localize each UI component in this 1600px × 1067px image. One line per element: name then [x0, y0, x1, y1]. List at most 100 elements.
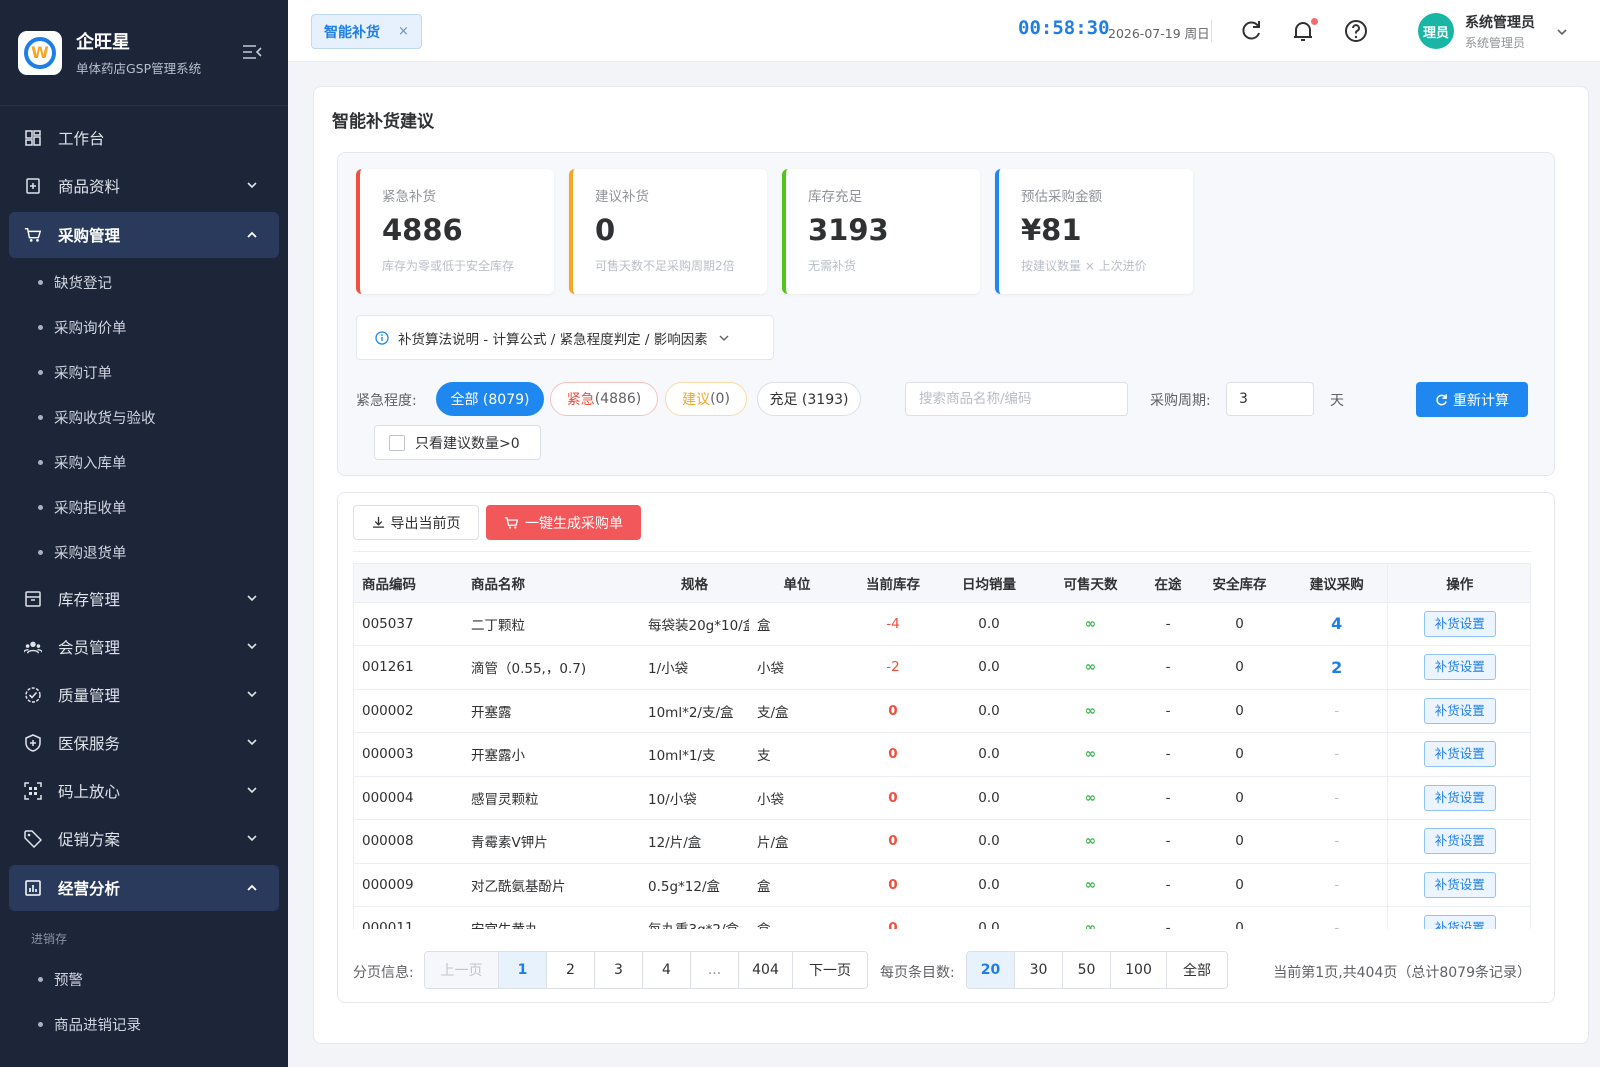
algorithm-explain-toggle[interactable]: 补货算法说明 - 计算公式 / 紧急程度判定 / 影响因素 [356, 315, 774, 360]
col-header: 操作 [1386, 564, 1530, 603]
sidebar-item-inventory[interactable]: 库存管理 [0, 575, 288, 623]
sidebar-item-products[interactable]: 商品资料 [0, 162, 288, 210]
page-button[interactable]: 1 [499, 952, 547, 988]
sidebar-sub-return[interactable]: 采购退货单 [0, 530, 288, 575]
cell-safety-stock: 0 [1192, 602, 1287, 646]
col-header[interactable]: 日均销量 [941, 564, 1037, 603]
replenish-settings-button[interactable]: 补货设置 [1423, 697, 1496, 724]
avatar[interactable]: 理员 [1418, 13, 1454, 49]
col-header[interactable]: 商品编码 [354, 564, 463, 603]
col-header[interactable]: 规格 [640, 564, 749, 603]
sidebar-item-purchase[interactable]: 采购管理 [9, 212, 279, 258]
sidebar-sub-reject[interactable]: 采购拒收单 [0, 485, 288, 530]
cell-stock: 0 [845, 863, 941, 907]
checkbox-box[interactable] [389, 434, 405, 451]
filter-pill-urgent[interactable]: 紧急 (4886) [550, 382, 658, 416]
sidebar-sub-order[interactable]: 采购订单 [0, 350, 288, 395]
sidebar-group-label: 进销存 [31, 932, 68, 946]
search-input[interactable] [905, 382, 1128, 416]
cycle-input[interactable] [1226, 382, 1314, 416]
analytics-icon [24, 879, 42, 897]
cell-safety-stock: 0 [1192, 906, 1287, 929]
filter-pill-enough[interactable]: 充足 (3193) [757, 382, 861, 416]
filter-pill-all[interactable]: 全部 (8079) [436, 382, 544, 416]
sidebar-sub-records[interactable]: 商品进销记录 [0, 1002, 288, 1047]
cell-suggest: - [1287, 819, 1387, 864]
replenish-settings-button[interactable]: 补货设置 [1423, 915, 1496, 929]
cell-suggest: - [1287, 732, 1387, 777]
col-header[interactable]: 单位 [749, 564, 845, 603]
cell-unit: 小袋 [749, 776, 845, 820]
sidebar-sub-shortage[interactable]: 缺货登记 [0, 260, 288, 305]
sidebar-item-members[interactable]: 会员管理 [0, 623, 288, 671]
prev-page-button[interactable]: 上一页 [425, 952, 499, 988]
cell-safety-stock: 0 [1192, 819, 1287, 864]
cell-code: 001261 [354, 645, 463, 690]
cell-safety-stock: 0 [1192, 732, 1287, 777]
next-page-button[interactable]: 下一页 [793, 952, 867, 988]
user-name[interactable]: 系统管理员 [1465, 12, 1535, 32]
replenish-settings-button[interactable]: 补货设置 [1423, 741, 1496, 768]
col-header[interactable]: 可售天数 [1037, 564, 1144, 603]
cell-unit: 支 [749, 732, 845, 777]
page-size-option[interactable]: 100 [1111, 952, 1167, 988]
cell-code: 000003 [354, 732, 463, 777]
menu-collapse-icon[interactable] [242, 44, 262, 60]
sidebar-sub-stockin[interactable]: 采购入库单 [0, 440, 288, 485]
only-positive-checkbox[interactable]: 只看建议数量>0 [374, 425, 541, 460]
sidebar-item-insurance[interactable]: 医保服务 [0, 719, 288, 767]
page-button[interactable]: 4 [643, 952, 691, 988]
col-header[interactable]: 当前库存 [845, 564, 941, 603]
col-header[interactable]: 商品名称 [463, 564, 640, 603]
replenish-settings-button[interactable]: 补货设置 [1423, 654, 1496, 681]
sidebar-item-analytics[interactable]: 经营分析 [9, 865, 279, 911]
sidebar-sub-warning[interactable]: 预警 [0, 957, 288, 1002]
help-icon[interactable] [1343, 18, 1369, 44]
tab-smart-replenish[interactable]: 智能补货 × [311, 14, 422, 49]
filter-pill-suggest[interactable]: 建议 (0) [665, 382, 747, 416]
col-header[interactable]: 在途 [1144, 564, 1192, 603]
page-size-option[interactable]: 全部 [1167, 952, 1227, 988]
app-subtitle: 单体药店GSP管理系统 [76, 61, 202, 76]
sidebar-sub-inquiry[interactable]: 采购询价单 [0, 305, 288, 350]
cell-action: 补货设置 [1386, 819, 1530, 864]
page-size-option[interactable]: 30 [1015, 952, 1063, 988]
generate-order-button[interactable]: 一键生成采购单 [486, 505, 641, 540]
chevron-down-icon [247, 739, 257, 746]
page-size-option[interactable]: 50 [1063, 952, 1111, 988]
recalculate-button[interactable]: 重新计算 [1416, 382, 1528, 417]
page-button[interactable]: 404 [739, 952, 793, 988]
cell-sellable-days: ∞ [1037, 863, 1144, 907]
sidebar-item-quality[interactable]: 质量管理 [0, 671, 288, 719]
page-button[interactable]: 3 [595, 952, 643, 988]
cell-sellable-days: ∞ [1037, 906, 1144, 929]
replenish-settings-button[interactable]: 补货设置 [1423, 784, 1496, 811]
replenish-settings-button[interactable]: 补货设置 [1423, 828, 1496, 855]
page-buttons: 上一页 1 2 3 4 ... 404 下一页 [424, 951, 868, 989]
cell-code: 000004 [354, 776, 463, 820]
cell-name: 安宫牛黄丸 [463, 906, 640, 929]
page-button[interactable]: 2 [547, 952, 595, 988]
download-icon [372, 516, 384, 528]
close-icon[interactable]: × [398, 24, 409, 39]
sidebar-item-scan[interactable]: 码上放心 [0, 767, 288, 815]
refresh-icon[interactable] [1238, 18, 1264, 44]
stat-estimate: 预估采购金额 ¥81 按建议数量 × 上次进价 [995, 169, 1193, 294]
col-header[interactable]: 安全库存 [1192, 564, 1287, 603]
cell-name: 对乙酰氨基酚片 [463, 863, 640, 907]
cell-spec: 1/小袋 [640, 645, 749, 690]
chevron-down-icon [247, 643, 257, 650]
page-size-option[interactable]: 20 [967, 952, 1015, 988]
cell-code: 005037 [354, 602, 463, 646]
cell-in-transit: - [1144, 819, 1192, 864]
chevron-down-icon[interactable] [1556, 26, 1568, 38]
export-button[interactable]: 导出当前页 [353, 505, 479, 540]
sidebar-sub-receiving[interactable]: 采购收货与验收 [0, 395, 288, 440]
replenish-settings-button[interactable]: 补货设置 [1423, 871, 1496, 898]
quality-icon [24, 686, 42, 704]
replenish-settings-button[interactable]: 补货设置 [1423, 610, 1496, 637]
col-header[interactable]: 建议采购 [1287, 564, 1387, 603]
cell-spec: 0.5g*12/盒 [640, 863, 749, 907]
sidebar-item-dashboard[interactable]: 工作台 [0, 114, 288, 162]
sidebar-item-promotion[interactable]: 促销方案 [0, 815, 288, 863]
